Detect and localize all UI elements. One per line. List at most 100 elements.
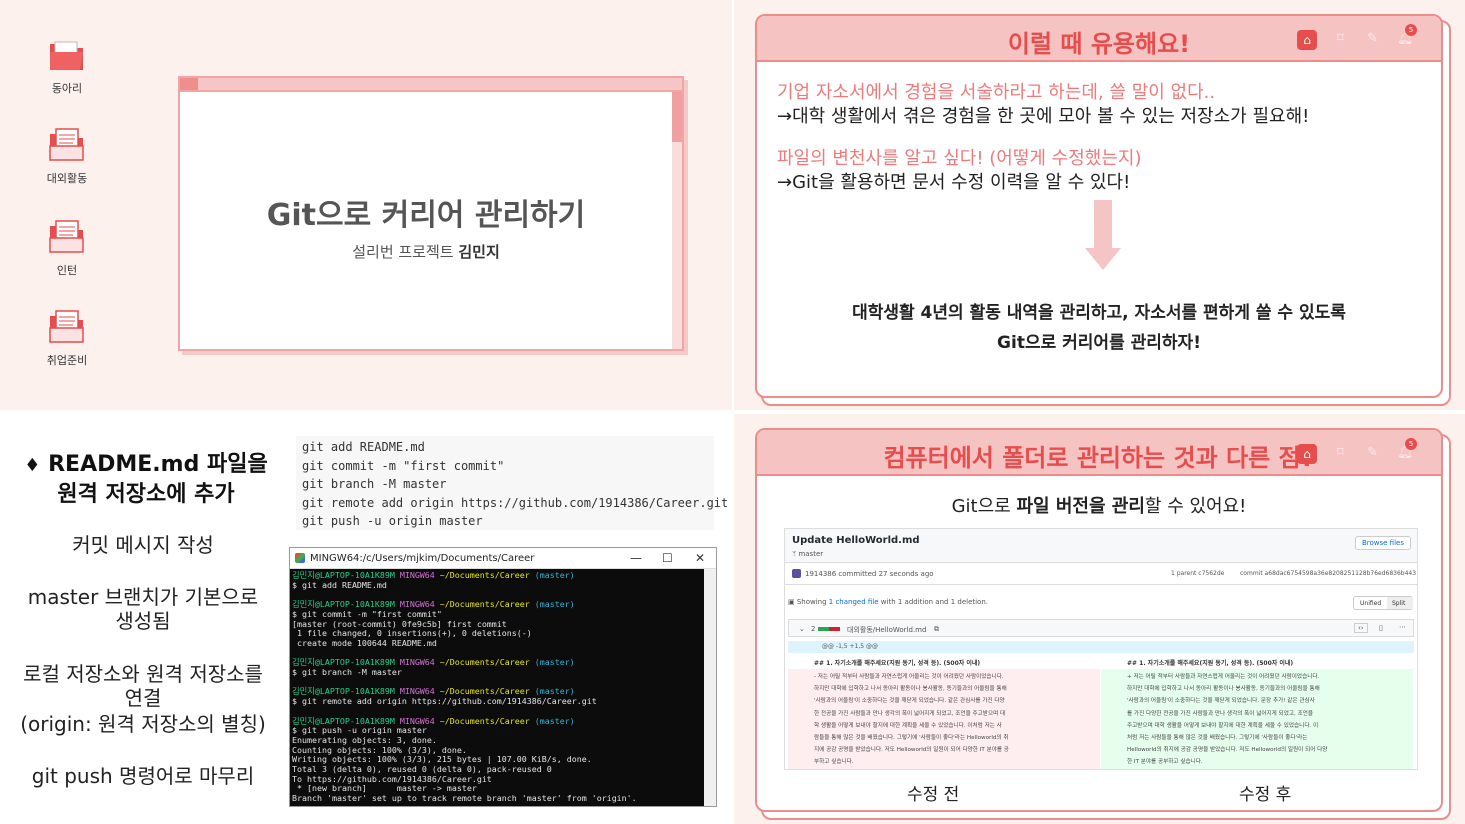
home-icon[interactable]: ⌂ <box>1297 30 1317 50</box>
file-change-count: 2 <box>811 625 816 633</box>
presentation-title: Git으로 커리어 관리하기 <box>266 198 586 233</box>
home-icon[interactable]: ⌂ <box>1297 444 1317 464</box>
prompt-user: 김민지@LAPTOP-10A1K89M <box>292 657 395 668</box>
diff-line: Helloworld의 취지에 공감 공명을 받았습니다. 저도 Hellowo… <box>1127 747 1328 754</box>
useful-panel: 이럴 때 유용해요! ⌂ ⌑ ✎ 🔔︎ 5 기업 자소서에서 경험을 서술하라고… <box>755 14 1443 398</box>
file-path[interactable]: 대외활동/HelloWorld.md <box>847 625 926 635</box>
copy-icon[interactable]: ⧉ <box>934 625 939 634</box>
file-diff-icon: ▣ <box>788 598 797 606</box>
folder-document-icon <box>49 220 84 253</box>
file-header: ⌄ 2 대외활동/HelloWorld.md ⧉ ‹› ▯ ⋯ <box>788 619 1414 637</box>
terminal-output-line: Branch 'master' set up to track remote b… <box>292 793 637 804</box>
diff-line: 람들을 통해 많은 것을 배웠습니다. 그렇기에 '사람들이 좋다'라는 Hel… <box>814 735 1009 742</box>
diff-line: 를 가진 다양한 전공을 가진 사람들과 만나 생각의 폭이 넓어지게 되었고,… <box>1127 710 1314 717</box>
diff-line: 하지만 대학에 입학하고 나서 동아리 활동이나 봉사활동, 동기들과의 어울림… <box>814 686 1007 693</box>
diff-line: '사람과의 어울림'이 소중하다는 것을 깨닫게 되었습니다. 문장 추가! 같… <box>1127 698 1315 705</box>
prompt-path: ~/Documents/Career <box>439 715 530 726</box>
diff-summary: ▣ Showing 1 changed file with 1 addition… <box>788 598 988 606</box>
question-1: 기업 자소서에서 경험을 서술하라고 하는데, 쓸 말이 없다.. <box>777 82 1216 103</box>
terminal-output: 김민지@LAPTOP-10A1K89M MINGW64 ~/Documents/… <box>290 569 704 806</box>
right-heading: ## 1. 자기소개를 해주세요(지원 동기, 성격 등). (500자 이내) <box>1127 660 1294 667</box>
folder-external-activities[interactable]: 대외활동 <box>12 126 122 186</box>
panel-header: 컴퓨터에서 폴더로 관리하는 것과 다른 점? ⌂ ⌑ ✎ 🔔︎ 5 <box>757 430 1441 476</box>
prompt-env: MINGW64 <box>399 599 435 610</box>
terminal-scrollbar[interactable] <box>704 569 716 806</box>
notification-badge: 5 <box>1405 24 1417 36</box>
code-line: git push -u origin master <box>302 514 483 528</box>
diff-line: - 저는 어릴 적부터 사람들과 자연스럽게 어울리는 것이 어려웠던 사람이었… <box>814 674 1004 680</box>
prompt-user: 김민지@LAPTOP-10A1K89M <box>292 570 395 580</box>
unified-button[interactable]: Unified <box>1360 600 1381 607</box>
changed-files-link[interactable]: 1 changed file <box>829 598 879 606</box>
prompt-path: ~/Documents/Career <box>439 657 530 668</box>
before-label: 수정 전 <box>907 785 960 805</box>
terminal-window[interactable]: MINGW64:/c/Users/mjkim/Documents/Career … <box>289 547 717 807</box>
scrollbar-thumb[interactable] <box>672 92 682 142</box>
code-line: git commit -m "first commit" <box>302 458 505 473</box>
bookmark-icon[interactable]: ⌑ <box>1337 31 1344 46</box>
prompt-user: 김민지@LAPTOP-10A1K89M <box>292 715 395 726</box>
subtitle-suffix: 할 수 있어요! <box>1144 496 1247 517</box>
step-master-branch-2: 생성됨 <box>115 609 171 633</box>
question-2: 파일의 변천사를 알고 싶다! (어떻게 수정했는지) <box>777 148 1142 169</box>
terminal-command: $ git branch -M master <box>292 667 402 678</box>
folder-club[interactable]: 동아리 <box>12 36 122 96</box>
mingw-icon <box>295 553 305 563</box>
prompt-branch: (master) <box>534 570 575 580</box>
conclusion-line-2: Git으로 커리어를 관리하자! <box>997 333 1201 353</box>
window-titlebar <box>180 78 682 92</box>
diff-right-pane: ## 1. 자기소개를 해주세요(지원 동기, 성격 등). (500자 이내)… <box>1101 655 1413 769</box>
prompt-env: MINGW64 <box>399 570 435 580</box>
minimize-icon[interactable]: — <box>630 548 642 569</box>
diff-line: 처럼 저는 사람들을 통해 많은 것을 배웠습니다. 그렇기에 '사람들이 좋다… <box>1127 735 1308 742</box>
notification-badge: 5 <box>1405 438 1417 450</box>
prompt-env: MINGW64 <box>399 686 435 697</box>
pencil-icon[interactable]: ✎ <box>1367 31 1378 46</box>
pencil-icon[interactable]: ✎ <box>1367 445 1378 460</box>
hunk-header: @@ -1,5 +1,5 @@ <box>788 641 1414 653</box>
answer-2: →Git을 활용하면 문서 수정 이력을 알 수 있다! <box>777 172 1131 193</box>
branch-name: master <box>798 550 824 558</box>
prompt-path: ~/Documents/Career <box>439 686 530 697</box>
close-icon[interactable]: ✕ <box>695 548 705 569</box>
folder-job-prep[interactable]: 취업준비 <box>12 308 122 368</box>
chevron-down-icon[interactable]: ⌄ <box>799 625 805 633</box>
folder-label: 대외활동 <box>46 172 88 185</box>
subtitle-project: 설리번 프로젝트 <box>352 243 459 261</box>
commit-author: 1914386 committed 27 seconds ago <box>805 570 934 578</box>
commit-parent[interactable]: 1 parent c7562de <box>1171 570 1224 577</box>
hunk-range: @@ -1,5 +1,5 @@ <box>822 643 878 650</box>
folder-label: 취업준비 <box>46 354 88 367</box>
maximize-icon[interactable]: ☐ <box>662 548 673 569</box>
code-view-icon[interactable]: ‹› <box>1354 623 1368 633</box>
window-scrollbar[interactable] <box>672 92 682 349</box>
split-button[interactable]: Split <box>1387 597 1413 609</box>
prompt-path: ~/Documents/Career <box>439 570 530 580</box>
code-line: git branch -M master <box>302 477 447 491</box>
more-icon[interactable]: ⋯ <box>1399 623 1406 631</box>
readme-heading-line-1: ♦ README.md 파일을 <box>16 450 276 480</box>
readme-heading: ♦ README.md 파일을 원격 저장소에 추가 <box>16 450 276 509</box>
diff-line: 부하고 싶습니다. <box>814 759 854 766</box>
diff-left-pane: ## 1. 자기소개를 해주세요(지원 동기, 성격 등). (500자 이내)… <box>788 655 1100 769</box>
answer-1: →대학 생활에서 겪은 경험을 한 곳에 모아 볼 수 있는 저장소가 필요해! <box>777 106 1310 127</box>
readme-heading-text-1: README.md 파일을 <box>48 452 268 477</box>
commit-branch: ᛘ master <box>792 550 823 558</box>
folder-intern[interactable]: 인턴 <box>12 218 122 278</box>
bookmark-icon[interactable]: ⌑ <box>1337 445 1344 460</box>
diff-line: + 저는 어릴 적부터 사람들과 자연스럽게 어울리는 것이 어려웠던 사람이었… <box>1127 674 1320 680</box>
prompt-branch: (master) <box>534 657 575 668</box>
folder-document-icon <box>49 128 84 161</box>
deleted-block: - 저는 어릴 적부터 사람들과 자연스럽게 어울리는 것이 어려웠던 사람이었… <box>788 669 1100 769</box>
conclusion-line-1: 대학생활 4년의 활동 내역을 관리하고, 자소서를 편하게 쓸 수 있도록 <box>852 303 1346 323</box>
file-icon[interactable]: ▯ <box>1379 624 1383 632</box>
header-icons: ⌂ ⌑ ✎ 🔔︎ 5 <box>1297 438 1417 464</box>
code-line: git remote add origin https://github.com… <box>302 495 729 510</box>
readme-heading-line-2: 원격 저장소에 추가 <box>57 482 235 507</box>
prompt-user: 김민지@LAPTOP-10A1K89M <box>292 686 395 697</box>
diffstat-bar <box>818 627 840 631</box>
prompt-path: ~/Documents/Career <box>439 599 530 610</box>
browse-files-button[interactable]: Browse files <box>1354 536 1411 550</box>
summary-prefix: Showing <box>796 598 829 606</box>
added-lines: + 저는 어릴 적부터 사람들과 자연스럽게 어울리는 것이 어려웠던 사람이었… <box>1127 671 1409 769</box>
